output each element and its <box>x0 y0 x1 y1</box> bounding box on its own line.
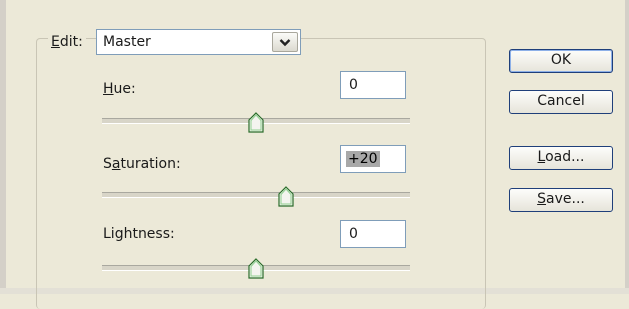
load-button-label: oad... <box>545 149 585 165</box>
load-button[interactable]: Load... <box>509 146 613 170</box>
edit-label-text: dit: <box>59 34 83 50</box>
cancel-button-label: Cancel <box>537 93 585 109</box>
save-button-mnemonic: S <box>537 191 547 207</box>
hue-value: 0 <box>349 77 358 93</box>
lightness-input[interactable]: 0 <box>340 220 406 248</box>
edit-label-mnemonic: E <box>51 34 60 50</box>
lightness-slider-thumb[interactable] <box>248 258 264 280</box>
hue-slider-thumb[interactable] <box>248 112 264 134</box>
edit-channel-value: Master <box>103 34 151 50</box>
saturation-label-pre: S <box>103 156 112 172</box>
save-button-label: ave... <box>546 191 585 207</box>
saturation-label-text: turation: <box>120 156 181 172</box>
hue-label-mnemonic: H <box>103 81 114 97</box>
ok-button[interactable]: OK <box>509 49 613 73</box>
saturation-label: Saturation: <box>103 155 181 173</box>
edit-label: Edit: <box>48 33 86 51</box>
hue-input[interactable]: 0 <box>340 71 406 99</box>
hue-label: Hue: <box>103 80 136 98</box>
saturation-input[interactable]: +20 <box>340 145 406 173</box>
edit-channel-select[interactable]: Master <box>96 29 301 55</box>
window-border-left <box>0 0 6 294</box>
window-border-right <box>625 0 629 294</box>
chevron-down-icon <box>279 38 291 46</box>
edit-dropdown-button[interactable] <box>272 32 298 52</box>
load-button-mnemonic: L <box>537 149 546 165</box>
cancel-button[interactable]: Cancel <box>509 90 613 114</box>
lightness-label: Lightness: <box>103 225 175 243</box>
saturation-slider-track[interactable] <box>102 192 410 198</box>
hue-label-text: ue: <box>113 81 136 97</box>
ok-button-label: OK <box>550 52 572 68</box>
save-button[interactable]: Save... <box>509 188 613 212</box>
saturation-value: +20 <box>346 151 380 167</box>
saturation-slider-thumb[interactable] <box>278 186 294 208</box>
lightness-label-text: Lightness: <box>103 226 175 242</box>
lightness-value: 0 <box>349 226 358 242</box>
